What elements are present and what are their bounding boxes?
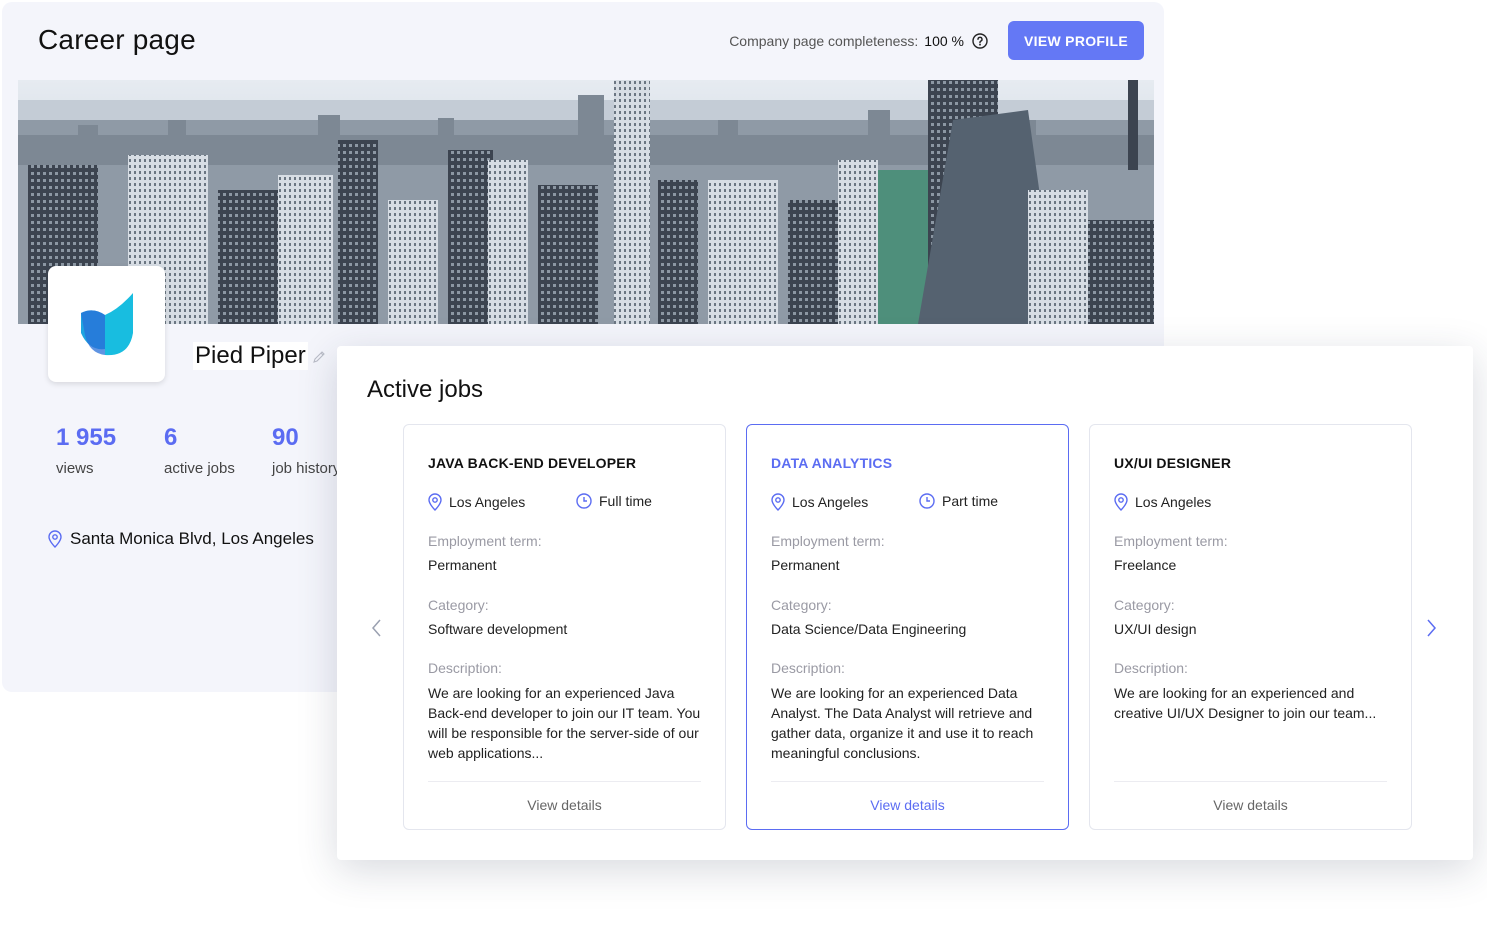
location-pin-icon xyxy=(428,493,442,511)
description-text: We are looking for an experienced and cr… xyxy=(1114,685,1377,721)
employment-term-label: Employment term: xyxy=(1114,533,1228,549)
view-details-link[interactable]: View details xyxy=(747,797,1068,813)
job-title: JAVA BACK-END DEVELOPER xyxy=(428,455,637,471)
location-pin-icon xyxy=(771,493,785,511)
category-value: UX/UI design xyxy=(1114,621,1197,637)
completeness-indicator: Company page completeness: 100 % xyxy=(729,33,988,49)
company-logo xyxy=(80,293,133,356)
job-title: DATA ANALYTICS xyxy=(771,455,893,471)
company-address: Santa Monica Blvd, Los Angeles xyxy=(48,529,314,549)
active-jobs-title: Active jobs xyxy=(367,376,484,403)
cover-banner xyxy=(18,80,1154,324)
view-details-link[interactable]: View details xyxy=(1090,797,1411,813)
company-logo-card xyxy=(48,266,165,382)
help-circle-icon[interactable] xyxy=(972,33,988,49)
job-title: UX/UI DESIGNER xyxy=(1114,455,1232,471)
category-value: Software development xyxy=(428,621,568,637)
job-location-text: Los Angeles xyxy=(792,494,869,510)
page-title: Career page xyxy=(38,24,196,55)
employment-term-value: Freelance xyxy=(1114,557,1177,573)
location-pin-icon xyxy=(1114,493,1128,511)
employment-term-label: Employment term: xyxy=(428,533,542,549)
job-card[interactable]: UX/UI DESIGNER Los Angeles Employment te… xyxy=(1089,424,1412,830)
view-profile-button[interactable]: VIEW PROFILE xyxy=(1008,21,1144,60)
category-label: Category: xyxy=(1114,597,1175,613)
job-type: Part time xyxy=(919,493,998,509)
description-text: We are looking for an experienced Data A… xyxy=(771,685,1034,761)
company-name: Pied Piper xyxy=(193,342,308,370)
chevron-left-icon[interactable] xyxy=(369,616,385,640)
stat-job-history-label: job history xyxy=(272,460,341,477)
job-card[interactable]: JAVA BACK-END DEVELOPER Los Angeles Full… xyxy=(403,424,726,830)
description-text: We are looking for an experienced Java B… xyxy=(428,685,701,761)
category-value: Data Science/Data Engineering xyxy=(771,621,967,637)
completeness-label: Company page completeness: xyxy=(729,33,919,49)
active-jobs-panel: Active jobs JAVA BACK-END DEVELOPER Los … xyxy=(337,346,1473,860)
clock-icon xyxy=(919,493,935,509)
job-location: Los Angeles xyxy=(1114,493,1211,511)
employment-term-value: Permanent xyxy=(771,557,840,573)
stat-views-value: 1 955 xyxy=(56,424,117,451)
category-label: Category: xyxy=(428,597,489,613)
job-location-text: Los Angeles xyxy=(1135,494,1212,510)
completeness-value: 100 % xyxy=(924,33,964,49)
card-divider xyxy=(1114,781,1387,782)
stat-views-label: views xyxy=(56,460,94,477)
employment-term-value: Permanent xyxy=(428,557,497,573)
job-type-text: Full time xyxy=(599,493,652,509)
stat-active-jobs-value: 6 xyxy=(164,424,178,451)
card-divider xyxy=(771,781,1044,782)
job-location-text: Los Angeles xyxy=(449,494,526,510)
clock-icon xyxy=(576,493,592,509)
city-skyline-image xyxy=(18,80,1154,324)
category-label: Category: xyxy=(771,597,832,613)
job-card[interactable]: DATA ANALYTICS Los Angeles Part time Emp… xyxy=(746,424,1069,830)
card-divider xyxy=(428,781,701,782)
job-location: Los Angeles xyxy=(771,493,868,511)
address-text: Santa Monica Blvd, Los Angeles xyxy=(70,529,314,548)
description-label: Description: xyxy=(771,660,845,676)
edit-pencil-icon[interactable] xyxy=(312,350,326,364)
employment-term-label: Employment term: xyxy=(771,533,885,549)
stat-job-history-value: 90 xyxy=(272,424,299,451)
job-type: Full time xyxy=(576,493,652,509)
chevron-right-icon[interactable] xyxy=(1423,616,1439,640)
view-details-link[interactable]: View details xyxy=(404,797,725,813)
location-pin-icon xyxy=(48,530,62,548)
job-location: Los Angeles xyxy=(428,493,525,511)
description-label: Description: xyxy=(428,660,502,676)
stat-active-jobs-label: active jobs xyxy=(164,460,235,477)
job-type-text: Part time xyxy=(942,493,999,509)
description-label: Description: xyxy=(1114,660,1188,676)
